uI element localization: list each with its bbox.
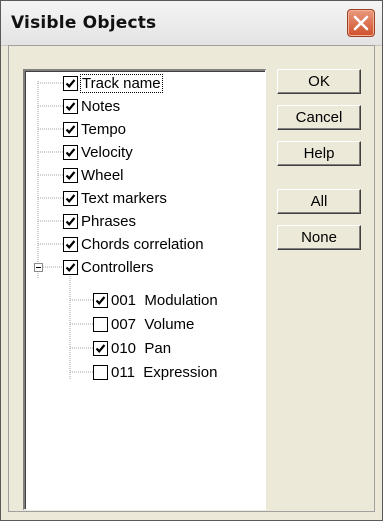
tree-item-checkbox[interactable] [63, 121, 78, 137]
ok-button[interactable]: OK [277, 69, 361, 94]
tree-item-checkbox[interactable] [63, 98, 78, 114]
tree-item[interactable]: Controllers [63, 256, 154, 278]
visible-objects-tree[interactable]: Track name Notes Tempo Velocity Wheel Text ma… [23, 69, 266, 510]
tree-item-label: Wheel [81, 166, 124, 184]
close-icon [353, 15, 369, 31]
check-icon [95, 343, 106, 353]
tree-item[interactable]: 001 Modulation [93, 289, 218, 311]
tree-item-label: 010 Pan [111, 339, 172, 357]
tree-item[interactable]: 010 Pan [93, 337, 171, 359]
tree-item-label: Track name [80, 73, 163, 93]
tree-item-checkbox[interactable] [93, 364, 108, 380]
tree-item-label: 011 Expression [111, 363, 218, 381]
tree-item[interactable]: Text markers [63, 187, 167, 209]
tree-item-checkbox[interactable] [63, 144, 78, 160]
check-icon [65, 216, 76, 226]
check-icon [65, 78, 76, 88]
tree-item-checkbox[interactable] [93, 340, 108, 356]
tree-item-checkbox[interactable] [93, 292, 108, 308]
tree-item-label: Text markers [81, 189, 167, 207]
close-button[interactable] [347, 9, 375, 37]
dialog-title: Visible Objects [11, 13, 157, 33]
tree-item-label: Phrases [81, 212, 137, 230]
check-icon [65, 262, 76, 272]
tree-item-label: Velocity [81, 143, 133, 161]
check-icon [65, 193, 76, 203]
tree-item-checkbox[interactable] [93, 316, 108, 332]
none-button[interactable]: None [277, 225, 361, 250]
tree-item[interactable]: Tempo [63, 118, 126, 140]
tree-item[interactable]: 007 Volume [93, 313, 194, 335]
tree-item-checkbox[interactable] [63, 167, 78, 183]
tree-item-label: Chords correlation [81, 235, 204, 253]
tree-item-checkbox[interactable] [63, 213, 78, 229]
tree-item-label: 001 Modulation [111, 291, 218, 309]
title-bar[interactable]: Visible Objects [1, 1, 382, 46]
tree-item-checkbox[interactable] [63, 75, 78, 91]
tree-item[interactable]: Wheel [63, 164, 124, 186]
tree-item-label: 007 Volume [111, 315, 195, 333]
check-icon [65, 170, 76, 180]
tree-item[interactable]: Chords correlation [63, 233, 204, 255]
tree-item-checkbox[interactable] [63, 259, 78, 275]
tree-item[interactable]: Phrases [63, 210, 136, 232]
tree-item-label: Controllers [81, 258, 154, 276]
check-icon [95, 295, 106, 305]
tree-item[interactable]: Track name [63, 72, 163, 94]
tree-item-checkbox[interactable] [63, 190, 78, 206]
check-icon [65, 101, 76, 111]
tree-item[interactable]: Notes [63, 95, 120, 117]
help-button[interactable]: Help [277, 141, 361, 166]
collapse-minus-icon[interactable] [34, 263, 43, 272]
check-icon [65, 147, 76, 157]
tree-item-label: Tempo [81, 120, 127, 138]
all-button[interactable]: All [277, 189, 361, 214]
tree-item[interactable]: 011 Expression [93, 361, 217, 383]
tree-item[interactable]: Velocity [63, 141, 133, 163]
tree-item-checkbox[interactable] [63, 236, 78, 252]
check-icon [65, 239, 76, 249]
cancel-button[interactable]: Cancel [277, 105, 361, 130]
visible-objects-dialog: Visible Objects Track name Notes Tempo V… [0, 0, 383, 521]
check-icon [65, 124, 76, 134]
tree-item-label: Notes [81, 97, 121, 115]
